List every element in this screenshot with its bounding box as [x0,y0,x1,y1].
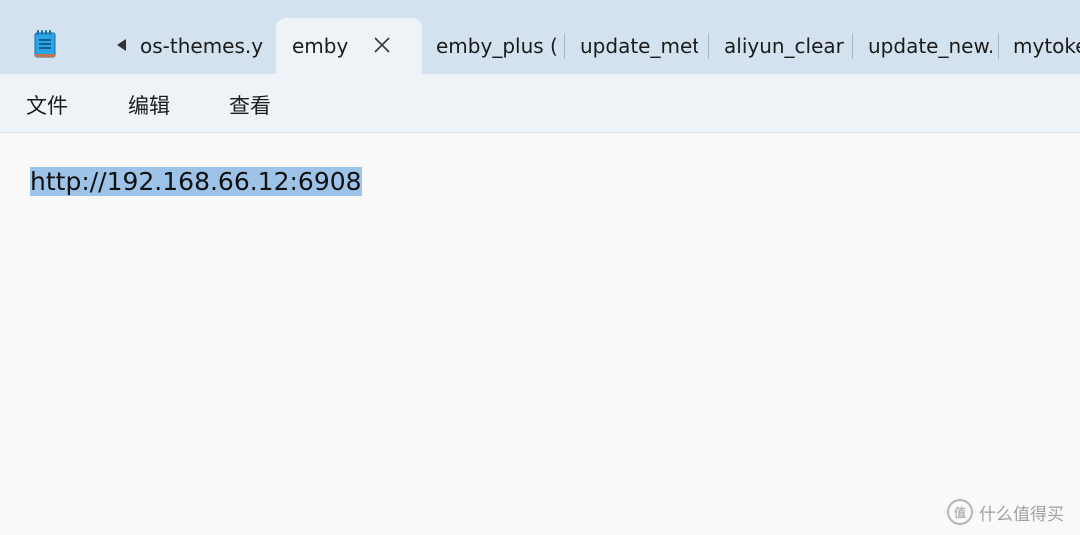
tab-label: os-themes.y [140,34,264,58]
text-editor[interactable]: http://192.168.66.12:6908 值 什么值得买 [0,133,1080,535]
menu-edit[interactable]: 编辑 [128,90,170,120]
tab-aliyun-clear[interactable]: aliyun_clear [724,18,844,74]
tab-emby-plus[interactable]: emby_plus (1 [436,18,558,74]
tab-label: update_meta [580,34,698,58]
tab-label: emby [292,34,349,58]
tab-label: aliyun_clear [724,34,844,58]
watermark: 值 什么值得买 [947,499,1064,525]
close-tab-button[interactable] [370,33,394,57]
tab-update-meta[interactable]: update_meta [580,18,698,74]
watermark-badge: 值 [947,499,973,525]
tab-label: update_new. [868,34,992,58]
tab-label: mytoke [1013,34,1080,58]
tab-scroll-left-button[interactable] [110,33,132,57]
tab-separator [708,33,709,59]
watermark-text: 什么值得买 [979,504,1064,525]
menu-bar: 文件 编辑 查看 [0,74,1080,133]
menu-view[interactable]: 查看 [229,90,271,120]
tab-os-themes[interactable]: os-themes.y [140,18,270,74]
tab-mytoke[interactable]: mytoke [1013,18,1080,74]
tab-strip: os-themes.y emby emby_plus (1 update_met… [0,0,1080,74]
tab-separator [852,33,853,59]
notepad-window: os-themes.y emby emby_plus (1 update_met… [0,0,1080,535]
tab-update-new[interactable]: update_new. [868,18,992,74]
tab-emby-active[interactable]: emby [276,18,422,74]
tab-separator [564,33,565,59]
editor-line[interactable]: http://192.168.66.12:6908 [30,165,362,199]
notepad-icon [34,30,56,58]
menu-file[interactable]: 文件 [26,90,68,120]
tab-label: emby_plus (1 [436,34,558,58]
selected-text[interactable]: http://192.168.66.12:6908 [30,167,362,196]
tab-separator [998,33,999,59]
triangle-left-icon [117,39,126,51]
close-icon [374,37,390,53]
